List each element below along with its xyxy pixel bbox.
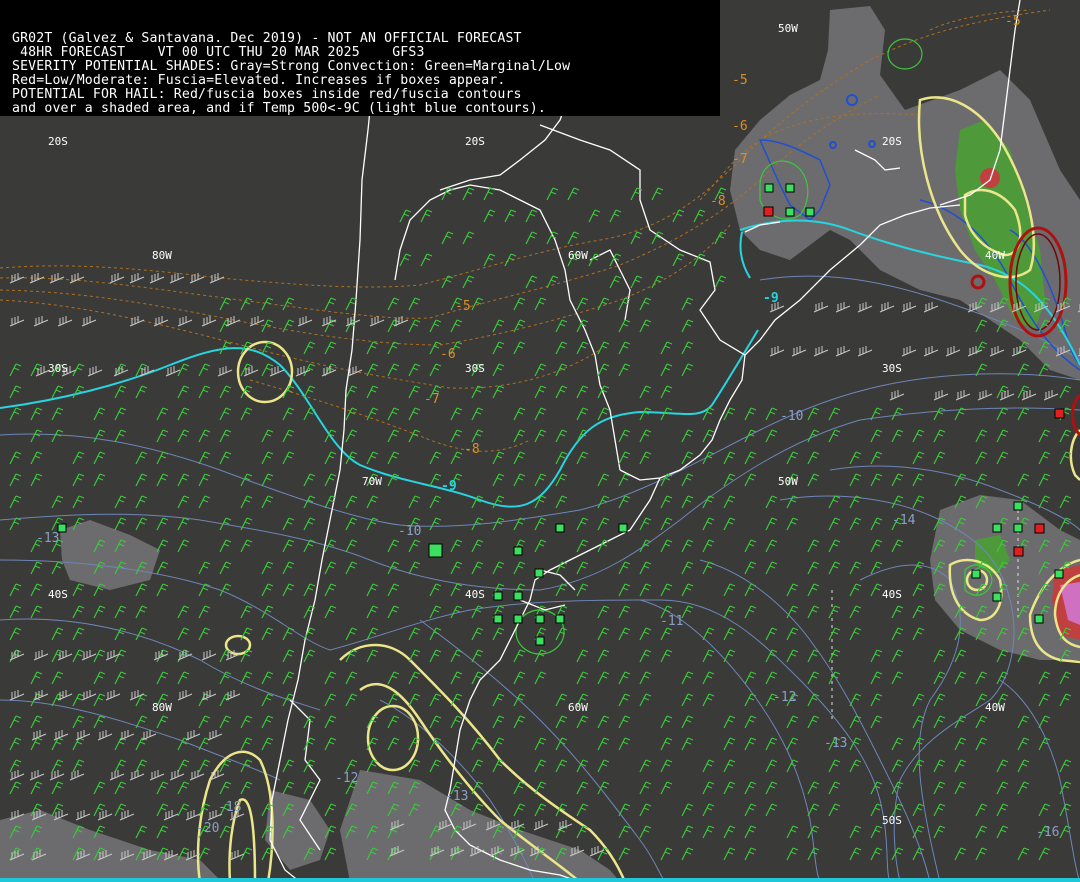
- contour-label-orange: -8: [710, 194, 726, 209]
- contour-label-blue: -20: [196, 821, 219, 836]
- contour-label-blue: -10: [780, 409, 803, 424]
- lat-label-50s: 50S: [882, 814, 902, 827]
- contour-label-orange: -5: [455, 299, 471, 314]
- lat-label-30s: 30S: [882, 362, 902, 375]
- lat-label-40s: 40S: [882, 588, 902, 601]
- contour-label-orange: -5: [1005, 14, 1021, 29]
- contour-label-blue: -10: [398, 524, 421, 539]
- lon-label-40w: 40W: [985, 701, 1005, 714]
- lon-label-80w: 80W: [152, 701, 172, 714]
- header-hail-note: POTENTIAL FOR HAIL: Red/fuscia boxes ins…: [12, 87, 522, 102]
- lat-label-20s: 20S: [465, 135, 485, 148]
- bottom-border: [0, 878, 1080, 882]
- lat-label-20s: 20S: [882, 135, 902, 148]
- contour-label-orange: -6: [440, 347, 456, 362]
- contour-label-blue: -16: [1036, 825, 1059, 840]
- lat-label-40s: 40S: [48, 588, 68, 601]
- contour-label-blue: -14: [892, 513, 916, 528]
- header-legend-shades: SEVERITY POTENTIAL SHADES: Gray=Strong C…: [12, 59, 571, 74]
- contour-label-orange: -8: [464, 442, 480, 457]
- lon-label-40w: 40W: [985, 249, 1005, 262]
- header-hail-condition: and over a shaded area, and if Temp 500<…: [12, 101, 546, 116]
- header-valid-time: 48HR FORECAST VT 00 UTC THU 20 MAR 2025 …: [12, 45, 425, 60]
- lon-label-80w: 80W: [152, 249, 172, 262]
- contour-label-orange: -6: [732, 119, 748, 134]
- lat-label-30s: 30S: [48, 362, 68, 375]
- header-legend-colors: Red=Low/Moderate: Fuscia=Elevated. Incre…: [12, 73, 506, 88]
- contour-label-blue: -18: [218, 800, 241, 815]
- forecast-header: GR02T (Galvez & Santavana. Dec 2019) - N…: [0, 0, 720, 116]
- lat-label-20s: 20S: [48, 135, 68, 148]
- lon-label-50w: 50W: [778, 475, 798, 488]
- contour-label-orange: -7: [424, 392, 440, 407]
- lon-label-50w: 50W: [778, 22, 798, 35]
- contour-label-blue: -11: [660, 614, 683, 629]
- lon-label-60w: 60W: [568, 701, 588, 714]
- contour-label-cyan: -9: [441, 479, 457, 494]
- contour-label-blue: -13: [824, 736, 847, 751]
- lon-label-70w: 70W: [362, 475, 382, 488]
- forecast-map: 20S 20S 20S 30S 30S 30S 40S 40S 40S 50S …: [0, 0, 1080, 882]
- contour-label-cyan: -9: [763, 291, 779, 306]
- lat-label-30s: 30S: [465, 362, 485, 375]
- lat-label-40s: 40S: [465, 588, 485, 601]
- contour-label-blue: -13: [36, 531, 59, 546]
- contour-label-blue: -13: [445, 789, 468, 804]
- contour-label-blue: -12: [773, 690, 796, 705]
- header-title: GR02T (Galvez & Santavana. Dec 2019) - N…: [12, 31, 522, 46]
- lon-label-60w: 60W: [568, 249, 588, 262]
- contour-label-blue: -12: [335, 771, 358, 786]
- contour-label-orange: -5: [732, 73, 748, 88]
- contour-label-orange: -7: [732, 152, 748, 167]
